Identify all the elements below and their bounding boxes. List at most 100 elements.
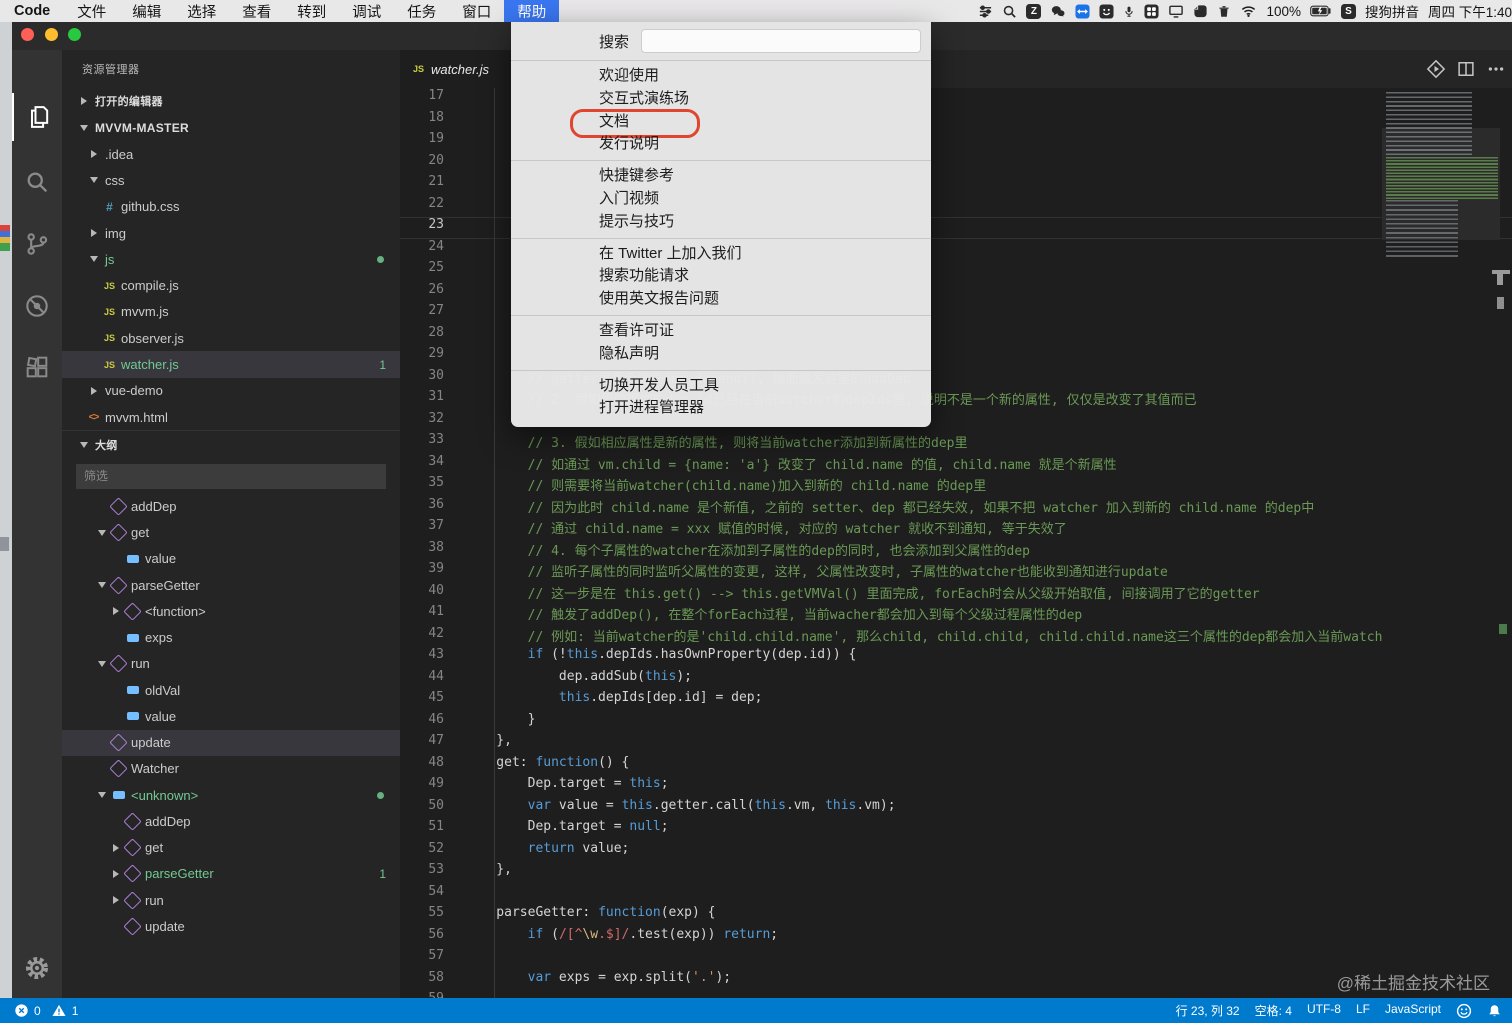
minimize-traffic-light[interactable] [45, 28, 58, 41]
menu-item-entry[interactable]: 隐私声明 [511, 343, 931, 366]
code-line-35[interactable]: 35 // 则需要将当前watcher(child.name)加入到新的 chi… [400, 475, 1512, 497]
app-z-icon[interactable]: Z [1026, 3, 1042, 19]
outline-item-function[interactable]: <function> [62, 598, 400, 624]
explorer-item-vuedemo[interactable]: vue-demo [62, 378, 400, 404]
menu-item-entry[interactable]: 打开进程管理器 [511, 397, 931, 420]
status-item[interactable]: JavaScript [1385, 1002, 1441, 1019]
explorer-item-css[interactable]: css [62, 167, 400, 193]
menu-item-entry[interactable]: 交互式演练场 [511, 88, 931, 111]
status-item[interactable]: UTF-8 [1307, 1002, 1341, 1019]
code-line-45[interactable]: 45 this.depIds[dep.id] = dep; [400, 690, 1512, 712]
menubar-item[interactable]: 查看 [229, 0, 284, 22]
menubar-item[interactable]: 任务 [394, 0, 449, 22]
debug-icon[interactable] [12, 282, 62, 330]
explorer-item-js[interactable]: js [62, 246, 400, 272]
outline-item-Watcher[interactable]: Watcher [62, 756, 400, 782]
code-line-47[interactable]: 47 }, [400, 733, 1512, 755]
code-line-39[interactable]: 39 // 监听子属性的同时监听父属性的变更, 这样, 父属性改变时, 子属性的… [400, 561, 1512, 583]
menubar-item[interactable]: 文件 [64, 0, 119, 22]
outline-item-value[interactable]: value [62, 546, 400, 572]
wechat-icon[interactable] [1050, 4, 1066, 19]
outline-item-exps[interactable]: exps [62, 625, 400, 651]
outline-section-header[interactable]: 大纲 [62, 430, 400, 459]
menu-item-entry[interactable]: 欢迎使用 [511, 65, 931, 88]
battery-icon[interactable] [1310, 5, 1332, 17]
code-line-44[interactable]: 44 dep.addSub(this); [400, 669, 1512, 691]
menubar-item[interactable]: 窗口 [449, 0, 504, 22]
explorer-item-observerjs[interactable]: JS observer.js [62, 325, 400, 351]
menu-item-entry[interactable]: 提示与技巧 [511, 211, 931, 234]
wifi-icon[interactable] [1240, 4, 1257, 18]
explorer-item-mvvmjs[interactable]: JS mvvm.js [62, 299, 400, 325]
menu-item-entry[interactable]: 搜索功能请求 [511, 265, 931, 288]
open-changes-icon[interactable] [1426, 59, 1446, 79]
code-line-34[interactable]: 34 // 如通过 vm.child = {name: 'a'} 改变了 chi… [400, 454, 1512, 476]
notifications-bell-icon[interactable] [1487, 1003, 1502, 1019]
grid-app-icon[interactable] [1144, 3, 1159, 19]
code-line-55[interactable]: 55 parseGetter: function(exp) { [400, 905, 1512, 927]
code-line-33[interactable]: 33 // 3. 假如相应属性是新的属性, 则将当前watcher添加到新属性的… [400, 432, 1512, 454]
outline-item-run[interactable]: run [62, 887, 400, 913]
outline-filter-input[interactable]: 筛选 [76, 463, 386, 489]
explorer-item-idea[interactable]: .idea [62, 141, 400, 167]
errors-count[interactable]: 0 [34, 1004, 41, 1018]
outline-item-run[interactable]: run [62, 651, 400, 677]
feedback-smiley-icon[interactable] [1456, 1003, 1472, 1019]
code-line-36[interactable]: 36 // 因为此时 child.name 是个新值, 之前的 setter、d… [400, 497, 1512, 519]
warnings-icon[interactable] [51, 1003, 67, 1018]
smiley-app-icon[interactable] [1099, 3, 1114, 19]
outline-item-unknown[interactable]: <unknown> [62, 782, 400, 808]
explorer-item-githubcss[interactable]: # github.css [62, 194, 400, 220]
close-traffic-light[interactable] [21, 28, 34, 41]
code-line-40[interactable]: 40 // 这一步是在 this.get() --> this.getVMVal… [400, 583, 1512, 605]
trash-icon[interactable] [1217, 4, 1231, 19]
menu-item-entry[interactable]: 入门视频 [511, 188, 931, 211]
display-icon[interactable] [1168, 4, 1184, 19]
outline-item-parseGetter[interactable]: parseGetter [62, 572, 400, 598]
code-line-49[interactable]: 49 Dep.target = this; [400, 776, 1512, 798]
source-control-icon[interactable] [12, 220, 62, 268]
teamviewer-icon[interactable] [1075, 3, 1090, 19]
zoom-traffic-light[interactable] [68, 28, 81, 41]
code-line-54[interactable]: 54 [400, 884, 1512, 906]
tab-watcher-js[interactable]: JS watcher.js [400, 50, 518, 88]
status-item[interactable]: 行 23, 列 32 [1176, 1002, 1240, 1019]
explorer-item-img[interactable]: img [62, 220, 400, 246]
code-line-41[interactable]: 41 // 触发了addDep(), 在整个forEach过程, 当前wache… [400, 604, 1512, 626]
outline-item-addDep[interactable]: addDep [62, 808, 400, 834]
menu-item-documentation[interactable]: 文档 [511, 108, 931, 138]
outline-item-oldVal[interactable]: oldVal [62, 677, 400, 703]
menu-item-entry[interactable]: 使用英文报告问题 [511, 288, 931, 311]
extensions-icon[interactable] [12, 343, 62, 391]
outline-item-get[interactable]: get [62, 520, 400, 546]
code-line-51[interactable]: 51 Dep.target = null; [400, 819, 1512, 841]
menu-help-active[interactable]: 帮助 [504, 0, 560, 22]
split-editor-icon[interactable] [1456, 59, 1476, 79]
status-item[interactable]: LF [1356, 1002, 1370, 1019]
app-menu-code[interactable]: Code [0, 0, 64, 22]
menu-item-entry[interactable]: 查看许可证 [511, 320, 931, 343]
code-line-46[interactable]: 46 } [400, 712, 1512, 734]
code-line-38[interactable]: 38 // 4. 每个子属性的watcher在添加到子属性的dep的同时, 也会… [400, 540, 1512, 562]
menubar-item[interactable]: 选择 [174, 0, 229, 22]
menubar-item[interactable]: 转到 [284, 0, 339, 22]
evernote-icon[interactable] [1193, 4, 1208, 19]
settings-gear-icon[interactable] [12, 944, 62, 992]
outline-item-get[interactable]: get [62, 835, 400, 861]
keyboard-switch-icon[interactable] [978, 4, 993, 19]
code-line-42[interactable]: 42 // 例如: 当前watcher的是'child.child.name',… [400, 626, 1512, 648]
more-actions-icon[interactable] [1486, 59, 1506, 79]
menu-item-entry[interactable]: 发行说明 [511, 133, 931, 156]
outline-item-update[interactable]: update [62, 913, 400, 939]
errors-icon[interactable] [14, 1003, 29, 1018]
explorer-item-watcherjs[interactable]: JS watcher.js 1 [62, 351, 400, 378]
outline-item-update[interactable]: update [62, 729, 400, 756]
sogou-icon[interactable]: S [1340, 3, 1356, 19]
outline-item-addDep[interactable]: addDep [62, 493, 400, 519]
microphone-icon[interactable] [1123, 4, 1135, 19]
menu-item-entry[interactable]: 切换开发人员工具 [511, 375, 931, 398]
code-line-56[interactable]: 56 if (/[^\w.$]/.test(exp)) return; [400, 927, 1512, 949]
explorer-item-compilejs[interactable]: JS compile.js [62, 272, 400, 298]
menubar-item[interactable]: 编辑 [119, 0, 174, 22]
spotlight-search-icon[interactable] [1002, 4, 1017, 19]
